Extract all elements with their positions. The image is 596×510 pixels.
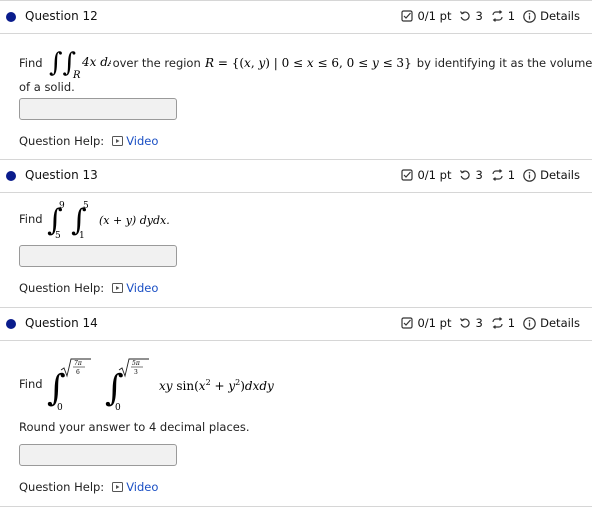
question-14-prompt: Find ∫ 0 7π 6 ∫ 0 5π 3 xy sin(x2 + y2)dx…: [19, 356, 317, 412]
question-help-label: Question Help:: [19, 480, 105, 494]
svg-text:5π: 5π: [132, 360, 141, 367]
find-label: Find: [19, 377, 43, 391]
iterated-integral-expression: ∫ 9 5 ∫ 5 1 (x + y) dydx.: [47, 201, 170, 240]
question-title: Question 12: [25, 9, 98, 23]
question-meta: 0/1 pt 3 1 Details: [401, 168, 580, 182]
video-icon: [112, 283, 124, 293]
question-help: Question Help: Video: [19, 281, 158, 295]
svg-text:R = {(x, y) | 0 ≤ x ≤ 6, 0 ≤ y: R = {(x, y) | 0 ≤ x ≤ 6, 0 ≤ y ≤ 3}: [205, 56, 412, 70]
svg-text:0: 0: [57, 403, 63, 412]
attempts-text: 1: [507, 316, 516, 330]
score-text: 0/1 pt: [417, 168, 452, 182]
svg-text:5: 5: [83, 201, 89, 211]
video-label: Video: [126, 281, 159, 295]
question-13-prompt: Find ∫ 9 5 ∫ 5 1 (x + y) dydx.: [19, 198, 207, 240]
score-checkbox-icon: [401, 10, 414, 22]
video-icon: [112, 136, 124, 146]
question-14-header: Question 14 0/1 pt 3 1 Details: [0, 307, 592, 341]
prompt-tail: over the region: [112, 56, 201, 70]
attempts-icon: [492, 10, 503, 22]
retry-icon: [460, 11, 471, 21]
attempts-icon: [492, 169, 503, 181]
answer-input[interactable]: [19, 444, 177, 466]
question-meta: 0/1 pt 3 1 Details: [401, 316, 580, 330]
video-label: Video: [126, 480, 159, 494]
prompt-tail-2: by identifying it as the volume: [416, 56, 593, 70]
answer-input[interactable]: [19, 98, 177, 120]
question-help-label: Question Help:: [19, 281, 105, 295]
attempts-text: 1: [507, 9, 516, 23]
question-help: Question Help: Video: [19, 134, 158, 148]
svg-text:7π: 7π: [74, 360, 83, 367]
score-text: 0/1 pt: [417, 9, 452, 23]
info-icon[interactable]: [523, 168, 536, 182]
prompt-line-2: of a solid.: [19, 80, 75, 94]
region-definition: R = {(x, y) | 0 ≤ x ≤ 6, 0 ≤ y ≤ 3}: [205, 56, 412, 70]
question-meta: 0/1 pt 3 1 Details: [401, 9, 580, 23]
retry-icon: [460, 318, 471, 328]
question-status-dot: [6, 171, 16, 181]
find-label: Find: [19, 212, 43, 226]
retries-text: 3: [475, 168, 483, 182]
round-instruction: Round your answer to 4 decimal places.: [19, 420, 250, 434]
video-link[interactable]: Video: [112, 281, 158, 295]
question-title: Question 14: [25, 316, 98, 330]
question-12-prompt: Find ∫∫ R 4x dA over the region R = {(x,…: [19, 45, 592, 81]
double-integral-expression: ∫∫ R 4x dA: [49, 48, 111, 81]
details-link[interactable]: Details: [540, 9, 580, 23]
attempts-icon: [492, 317, 503, 329]
retries-text: 3: [475, 316, 483, 330]
bottom-divider: [0, 506, 592, 507]
svg-text:5: 5: [55, 231, 61, 240]
question-status-dot: [6, 319, 16, 329]
attempts-text: 1: [507, 168, 516, 182]
question-help-label: Question Help:: [19, 134, 105, 148]
svg-text:0: 0: [115, 403, 121, 412]
retry-icon: [460, 170, 471, 180]
svg-text:4x dA: 4x dA: [81, 55, 111, 69]
score-checkbox-icon: [401, 317, 414, 329]
svg-text:1: 1: [79, 231, 85, 240]
svg-text:9: 9: [59, 201, 65, 211]
question-13-header: Question 13 0/1 pt 3 1 Details: [0, 159, 592, 193]
video-link[interactable]: Video: [112, 134, 158, 148]
video-icon: [112, 482, 124, 492]
details-link[interactable]: Details: [540, 168, 580, 182]
question-help: Question Help: Video: [19, 480, 158, 494]
answer-input[interactable]: [19, 245, 177, 267]
score-checkbox-icon: [401, 169, 414, 181]
svg-text:6: 6: [76, 369, 80, 376]
score-text: 0/1 pt: [417, 316, 452, 330]
details-link[interactable]: Details: [540, 316, 580, 330]
question-12-header: Question 12 0/1 pt 3 1 Details: [0, 0, 592, 34]
info-icon[interactable]: [523, 316, 536, 330]
question-title: Question 13: [25, 168, 98, 182]
svg-text:xy sin(x2 + y2)dxdy: xy sin(x2 + y2)dxdy: [159, 378, 274, 393]
svg-text:3: 3: [134, 369, 138, 376]
video-label: Video: [126, 134, 159, 148]
info-icon[interactable]: [523, 9, 536, 23]
svg-text:(x + y) dydx.: (x + y) dydx.: [99, 214, 170, 227]
question-status-dot: [6, 12, 16, 22]
retries-text: 3: [475, 9, 483, 23]
iterated-integral-expression: ∫ 0 7π 6 ∫ 0 5π 3 xy sin(x2 + y2)dxdy: [47, 358, 274, 412]
video-link[interactable]: Video: [112, 480, 158, 494]
find-label: Find: [19, 56, 43, 70]
